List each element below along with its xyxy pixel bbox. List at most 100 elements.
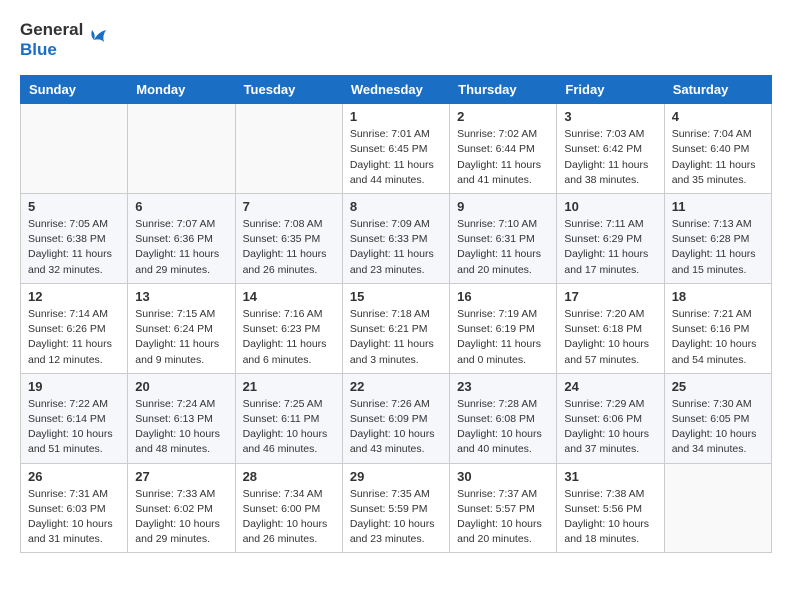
calendar-cell: 26 Sunrise: 7:31 AMSunset: 6:03 PMDayligh…	[21, 463, 128, 553]
calendar-cell: 9 Sunrise: 7:10 AMSunset: 6:31 PMDaylight…	[450, 193, 557, 283]
calendar-cell: 14 Sunrise: 7:16 AMSunset: 6:23 PMDayligh…	[235, 283, 342, 373]
calendar-cell	[128, 104, 235, 194]
day-info: Sunrise: 7:11 AMSunset: 6:29 PMDaylight:…	[564, 217, 656, 278]
day-number: 31	[564, 469, 656, 484]
calendar-cell: 29 Sunrise: 7:35 AMSunset: 5:59 PMDayligh…	[342, 463, 449, 553]
day-info: Sunrise: 7:09 AMSunset: 6:33 PMDaylight:…	[350, 217, 442, 278]
day-number: 13	[135, 289, 227, 304]
calendar-cell: 17 Sunrise: 7:20 AMSunset: 6:18 PMDayligh…	[557, 283, 664, 373]
day-info: Sunrise: 7:37 AMSunset: 5:57 PMDaylight:…	[457, 487, 549, 548]
day-info: Sunrise: 7:28 AMSunset: 6:08 PMDaylight:…	[457, 397, 549, 458]
calendar-cell: 18 Sunrise: 7:21 AMSunset: 6:16 PMDayligh…	[664, 283, 771, 373]
day-info: Sunrise: 7:29 AMSunset: 6:06 PMDaylight:…	[564, 397, 656, 458]
calendar-cell: 4Sunrise: 7:04 AMSunset: 6:40 PMDaylight…	[664, 104, 771, 194]
day-info: Sunrise: 7:33 AMSunset: 6:02 PMDaylight:…	[135, 487, 227, 548]
calendar-cell	[21, 104, 128, 194]
calendar-cell: 2 Sunrise: 7:02 AMSunset: 6:44 PMDaylight…	[450, 104, 557, 194]
day-info: Sunrise: 7:31 AMSunset: 6:03 PMDaylight:…	[28, 487, 120, 548]
day-info: Sunrise: 7:08 AMSunset: 6:35 PMDaylight:…	[243, 217, 335, 278]
calendar-cell: 16Sunrise: 7:19 AMSunset: 6:19 PMDayligh…	[450, 283, 557, 373]
weekday-header: Tuesday	[235, 76, 342, 104]
calendar-cell: 20Sunrise: 7:24 AMSunset: 6:13 PMDayligh…	[128, 373, 235, 463]
calendar-table: SundayMondayTuesdayWednesdayThursdayFrid…	[20, 75, 772, 553]
day-number: 22	[350, 379, 442, 394]
day-number: 1	[350, 109, 442, 124]
weekday-header: Monday	[128, 76, 235, 104]
day-number: 21	[243, 379, 335, 394]
day-info: Sunrise: 7:35 AMSunset: 5:59 PMDaylight:…	[350, 487, 442, 548]
calendar-cell	[235, 104, 342, 194]
day-info: Sunrise: 7:14 AMSunset: 6:26 PMDaylight:…	[28, 307, 120, 368]
calendar-cell: 11 Sunrise: 7:13 AMSunset: 6:28 PMDayligh…	[664, 193, 771, 283]
day-number: 4	[672, 109, 764, 124]
calendar-cell: 6Sunrise: 7:07 AMSunset: 6:36 PMDaylight…	[128, 193, 235, 283]
page-header: General Blue	[20, 20, 772, 59]
day-info: Sunrise: 7:38 AMSunset: 5:56 PMDaylight:…	[564, 487, 656, 548]
day-number: 25	[672, 379, 764, 394]
calendar-cell: 19Sunrise: 7:22 AMSunset: 6:14 PMDayligh…	[21, 373, 128, 463]
day-info: Sunrise: 7:34 AMSunset: 6:00 PMDaylight:…	[243, 487, 335, 548]
day-number: 11	[672, 199, 764, 214]
calendar-cell: 31 Sunrise: 7:38 AMSunset: 5:56 PMDayligh…	[557, 463, 664, 553]
logo: General Blue	[20, 20, 107, 59]
day-info: Sunrise: 7:20 AMSunset: 6:18 PMDaylight:…	[564, 307, 656, 368]
calendar-cell: 8 Sunrise: 7:09 AMSunset: 6:33 PMDaylight…	[342, 193, 449, 283]
calendar-cell: 3Sunrise: 7:03 AMSunset: 6:42 PMDaylight…	[557, 104, 664, 194]
calendar-cell: 24 Sunrise: 7:29 AMSunset: 6:06 PMDayligh…	[557, 373, 664, 463]
day-info: Sunrise: 7:01 AMSunset: 6:45 PMDaylight:…	[350, 127, 442, 188]
calendar-cell: 25 Sunrise: 7:30 AMSunset: 6:05 PMDayligh…	[664, 373, 771, 463]
weekday-header: Sunday	[21, 76, 128, 104]
day-info: Sunrise: 7:15 AMSunset: 6:24 PMDaylight:…	[135, 307, 227, 368]
calendar-week-row: 12 Sunrise: 7:14 AMSunset: 6:26 PMDayligh…	[21, 283, 772, 373]
logo-bird-icon	[87, 27, 107, 53]
day-number: 8	[350, 199, 442, 214]
day-number: 18	[672, 289, 764, 304]
calendar-cell: 10Sunrise: 7:11 AMSunset: 6:29 PMDayligh…	[557, 193, 664, 283]
day-number: 23	[457, 379, 549, 394]
calendar-week-row: 1 Sunrise: 7:01 AMSunset: 6:45 PMDaylight…	[21, 104, 772, 194]
day-number: 9	[457, 199, 549, 214]
day-number: 19	[28, 379, 120, 394]
day-number: 30	[457, 469, 549, 484]
calendar-cell: 27Sunrise: 7:33 AMSunset: 6:02 PMDayligh…	[128, 463, 235, 553]
day-info: Sunrise: 7:16 AMSunset: 6:23 PMDaylight:…	[243, 307, 335, 368]
day-info: Sunrise: 7:26 AMSunset: 6:09 PMDaylight:…	[350, 397, 442, 458]
day-info: Sunrise: 7:13 AMSunset: 6:28 PMDaylight:…	[672, 217, 764, 278]
calendar-cell: 28Sunrise: 7:34 AMSunset: 6:00 PMDayligh…	[235, 463, 342, 553]
weekday-header: Thursday	[450, 76, 557, 104]
logo-line2: Blue	[20, 40, 83, 60]
day-number: 17	[564, 289, 656, 304]
weekday-header: Saturday	[664, 76, 771, 104]
day-info: Sunrise: 7:03 AMSunset: 6:42 PMDaylight:…	[564, 127, 656, 188]
day-info: Sunrise: 7:21 AMSunset: 6:16 PMDaylight:…	[672, 307, 764, 368]
day-number: 26	[28, 469, 120, 484]
day-number: 12	[28, 289, 120, 304]
calendar-cell: 22 Sunrise: 7:26 AMSunset: 6:09 PMDayligh…	[342, 373, 449, 463]
day-info: Sunrise: 7:05 AMSunset: 6:38 PMDaylight:…	[28, 217, 120, 278]
calendar-cell: 13 Sunrise: 7:15 AMSunset: 6:24 PMDayligh…	[128, 283, 235, 373]
weekday-header: Wednesday	[342, 76, 449, 104]
day-number: 29	[350, 469, 442, 484]
weekday-header: Friday	[557, 76, 664, 104]
day-number: 5	[28, 199, 120, 214]
day-info: Sunrise: 7:10 AMSunset: 6:31 PMDaylight:…	[457, 217, 549, 278]
calendar-cell: 30 Sunrise: 7:37 AMSunset: 5:57 PMDayligh…	[450, 463, 557, 553]
day-info: Sunrise: 7:25 AMSunset: 6:11 PMDaylight:…	[243, 397, 335, 458]
logo-line1: General	[20, 20, 83, 40]
calendar-cell: 15Sunrise: 7:18 AMSunset: 6:21 PMDayligh…	[342, 283, 449, 373]
day-info: Sunrise: 7:30 AMSunset: 6:05 PMDaylight:…	[672, 397, 764, 458]
day-info: Sunrise: 7:24 AMSunset: 6:13 PMDaylight:…	[135, 397, 227, 458]
day-number: 14	[243, 289, 335, 304]
calendar-week-row: 26 Sunrise: 7:31 AMSunset: 6:03 PMDayligh…	[21, 463, 772, 553]
day-info: Sunrise: 7:02 AMSunset: 6:44 PMDaylight:…	[457, 127, 549, 188]
calendar-cell: 5 Sunrise: 7:05 AMSunset: 6:38 PMDaylight…	[21, 193, 128, 283]
calendar-week-row: 19Sunrise: 7:22 AMSunset: 6:14 PMDayligh…	[21, 373, 772, 463]
day-number: 16	[457, 289, 549, 304]
day-info: Sunrise: 7:07 AMSunset: 6:36 PMDaylight:…	[135, 217, 227, 278]
calendar-cell: 1 Sunrise: 7:01 AMSunset: 6:45 PMDaylight…	[342, 104, 449, 194]
calendar-cell: 21 Sunrise: 7:25 AMSunset: 6:11 PMDayligh…	[235, 373, 342, 463]
calendar-week-row: 5 Sunrise: 7:05 AMSunset: 6:38 PMDaylight…	[21, 193, 772, 283]
day-number: 2	[457, 109, 549, 124]
day-number: 15	[350, 289, 442, 304]
day-number: 24	[564, 379, 656, 394]
